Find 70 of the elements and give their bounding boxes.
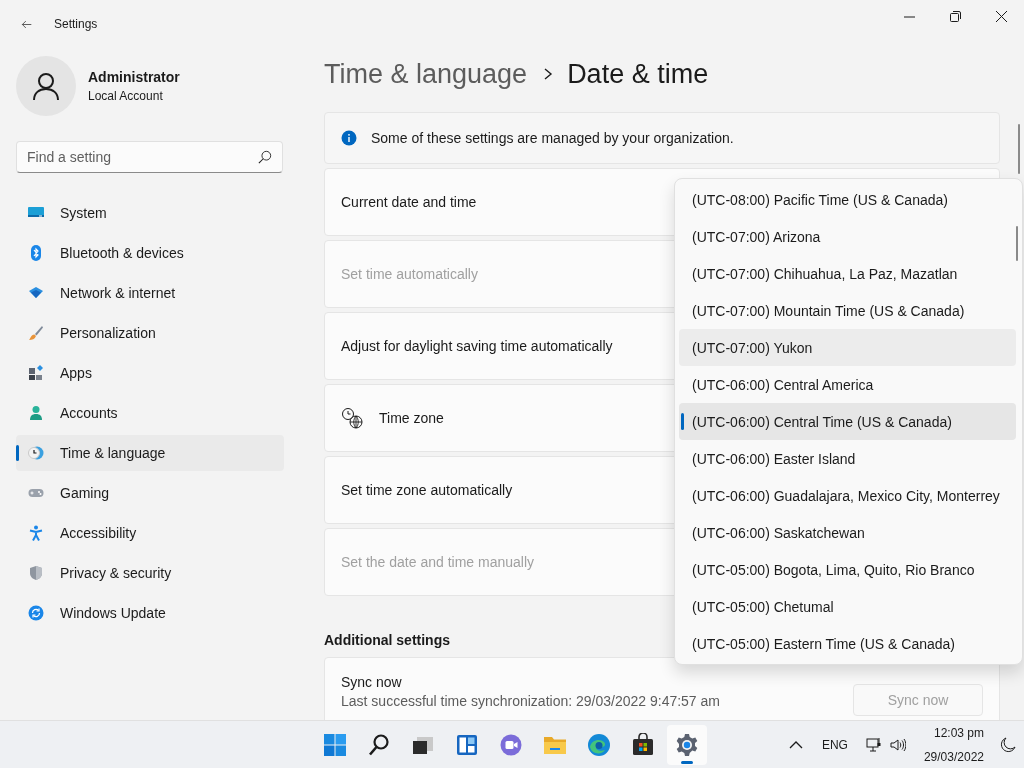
- list-option[interactable]: (UTC-07:00) Chihuahua, La Paz, Mazatlan: [679, 255, 1016, 292]
- setting-label: Set time automatically: [341, 266, 478, 282]
- search-icon: [258, 150, 272, 164]
- accessibility-icon: [28, 525, 44, 541]
- person-icon: [28, 405, 44, 421]
- list-option[interactable]: (UTC-08:00) Pacific Time (US & Canada): [679, 181, 1016, 218]
- moon-icon: [1000, 736, 1016, 753]
- page-title: Date & time: [567, 58, 709, 90]
- search-field[interactable]: Find a setting: [16, 141, 283, 173]
- scrollbar-thumb[interactable]: [1016, 226, 1018, 261]
- list-option[interactable]: (UTC-05:00) Chetumal: [679, 588, 1016, 625]
- breadcrumb-link[interactable]: Time & language: [324, 58, 528, 90]
- apps-icon: [28, 365, 44, 381]
- back-icon: [20, 18, 32, 30]
- setting-label: Adjust for daylight saving time automatically: [341, 338, 613, 354]
- list-option[interactable]: (UTC-06:00) Guadalajara, Mexico City, Monterrey: [679, 477, 1016, 514]
- nav-item[interactable]: Network & internet: [16, 275, 284, 311]
- search-icon: [367, 733, 391, 757]
- list-option[interactable]: (UTC-06:00) Easter Island: [679, 440, 1016, 477]
- list-option[interactable]: (UTC-05:00) Eastern Time (US & Canada): [679, 625, 1016, 662]
- nav-item[interactable]: Windows Update: [16, 595, 284, 631]
- list-option[interactable]: (UTC-07:00) Mountain Time (US & Canada): [679, 292, 1016, 329]
- info-icon: [341, 130, 357, 146]
- brush-icon: [28, 325, 44, 341]
- setting-label: Current date and time: [341, 194, 477, 210]
- nav-item[interactable]: Bluetooth & devices: [16, 235, 284, 271]
- nav-item[interactable]: Apps: [16, 355, 284, 391]
- clock-globe-icon: [341, 407, 363, 429]
- clock-globe-icon: [28, 445, 44, 461]
- setting-label: Set time zone automatically: [341, 482, 513, 498]
- shield-icon: [28, 565, 44, 581]
- volume-icon: [889, 736, 906, 753]
- list-option[interactable]: (UTC-07:00) Yukon: [679, 329, 1016, 366]
- network-icon: [865, 736, 882, 753]
- account-type: Local Account: [88, 89, 164, 103]
- nav-item[interactable]: Privacy & security: [16, 555, 284, 591]
- settings-icon: [675, 733, 699, 757]
- language-indicator[interactable]: ENG: [815, 724, 854, 765]
- list-option[interactable]: (UTC-06:00) Central Time (US & Canada): [679, 403, 1016, 440]
- scrollbar-thumb[interactable]: [1018, 124, 1020, 174]
- widgets-icon: [455, 733, 479, 757]
- nav-item[interactable]: Personalization: [16, 315, 284, 351]
- list-option[interactable]: (UTC-07:00) Arizona: [679, 218, 1016, 255]
- setting-description: Last successful time synchronization: 29/03/2022 9:47:57 am: [341, 693, 721, 709]
- update-icon: [28, 605, 44, 621]
- bluetooth-icon: [28, 245, 44, 261]
- restore-icon: [949, 10, 961, 22]
- clock-button[interactable]: 12:03 pm 29/03/2022: [917, 724, 990, 765]
- setting-label: Time zone: [379, 410, 444, 426]
- store-icon: [631, 733, 655, 757]
- nav-item[interactable]: System: [16, 195, 284, 231]
- close-icon: [995, 10, 1007, 22]
- chat-icon: [499, 733, 523, 757]
- wifi-icon: [28, 285, 44, 301]
- setting-label: Set the date and time manually: [341, 554, 534, 570]
- notice-text: Some of these settings are managed by your organization.: [371, 130, 734, 146]
- nav-item[interactable]: Accessibility: [16, 515, 284, 551]
- list-option[interactable]: (UTC-06:00) Central America: [679, 366, 1016, 403]
- section-heading: Additional settings: [324, 632, 450, 648]
- setting-label: Sync now: [341, 674, 403, 690]
- user-name: Administrator: [88, 69, 180, 85]
- browser-icon: [587, 733, 611, 757]
- nav-item[interactable]: Gaming: [16, 475, 284, 511]
- window-title: Settings: [54, 17, 98, 31]
- nav-item[interactable]: Accounts: [16, 395, 284, 431]
- list-option[interactable]: (UTC-05:00) Bogota, Lima, Quito, Rio Branco: [679, 551, 1016, 588]
- list-option[interactable]: (UTC-06:00) Saskatchewan: [679, 514, 1016, 551]
- person-icon: [31, 71, 61, 101]
- nav-item[interactable]: Time & language: [16, 435, 284, 471]
- start-icon: [323, 733, 347, 757]
